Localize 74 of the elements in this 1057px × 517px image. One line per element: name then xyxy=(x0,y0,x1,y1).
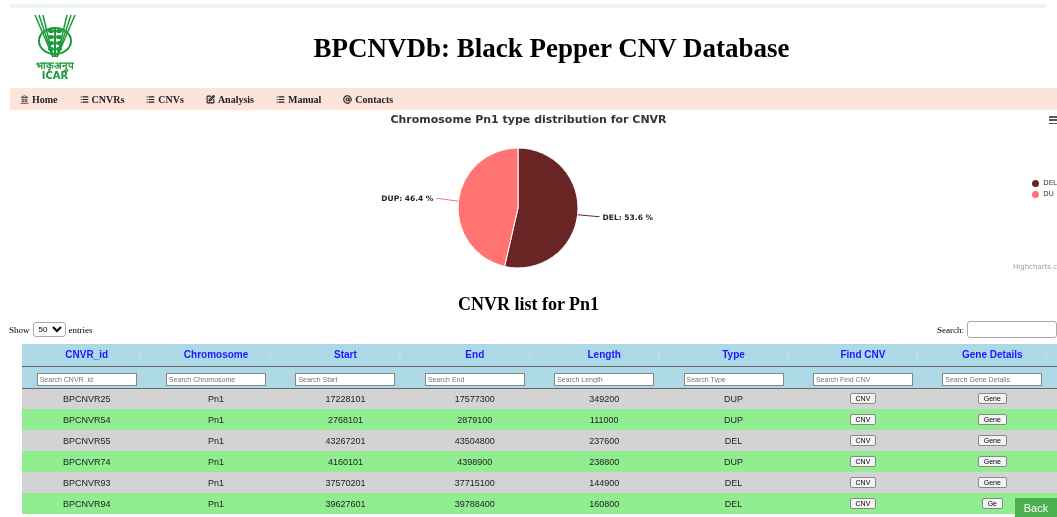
column-header[interactable]: CNVR_id xyxy=(22,344,152,366)
table-cell: DUP xyxy=(668,451,799,472)
table-cell: 2879100 xyxy=(410,409,540,430)
sort-icon xyxy=(397,351,403,360)
sort-icon xyxy=(785,351,791,360)
nav-link[interactable]: CNVRs xyxy=(79,93,125,105)
table-cell: BPCNVR55 xyxy=(22,430,152,451)
table-cell: BPCNVR93 xyxy=(22,472,152,493)
sort-icon xyxy=(1044,351,1049,360)
sort-icon xyxy=(526,351,532,360)
table-cell: 160800 xyxy=(539,493,669,514)
table-cell: Pn1 xyxy=(151,409,281,430)
column-header[interactable]: Start xyxy=(280,344,411,366)
table-cell: DEL xyxy=(668,472,799,493)
column-header[interactable]: Type xyxy=(668,344,799,366)
table-cell: DEL xyxy=(668,430,799,451)
table-cell: Pn1 xyxy=(151,430,281,451)
nav-link[interactable]: Home xyxy=(20,93,58,105)
leader-line xyxy=(577,214,601,218)
table-cell: DEL xyxy=(668,493,799,514)
search-label: Search: xyxy=(937,324,964,335)
table-cell: Pn1 xyxy=(151,493,281,514)
table-cell: 43267201 xyxy=(280,430,411,451)
table-cell: 17577300 xyxy=(410,388,540,409)
search-field[interactable] xyxy=(967,321,1057,338)
table-cell: 237600 xyxy=(539,430,669,451)
table-cell: 39788400 xyxy=(410,493,540,514)
at-sign-icon xyxy=(343,94,353,104)
page-size-select[interactable]: 50 xyxy=(32,322,66,337)
column-header[interactable]: Gene Details xyxy=(927,344,1057,366)
list-title: CNVR list for Pn1 xyxy=(456,294,601,315)
column-header[interactable]: Find CNV xyxy=(798,344,928,366)
table-cell: BPCNVR74 xyxy=(22,451,152,472)
table-cell: Pn1 xyxy=(151,472,281,493)
table-cell: 4398900 xyxy=(410,451,540,472)
table-cell: 43504800 xyxy=(410,430,540,451)
list-icon xyxy=(79,94,89,104)
leader-line xyxy=(435,197,459,202)
menu-icon[interactable] xyxy=(1049,116,1057,124)
entries-label: entries xyxy=(68,324,93,335)
edit-icon xyxy=(205,94,215,104)
site-title: BPCNVDb: Black Pepper CNV Database xyxy=(312,32,791,64)
table-cell: 2768101 xyxy=(280,409,411,430)
table-cell: Pn1 xyxy=(151,388,281,409)
table-cell: 111000 xyxy=(539,409,669,430)
table-cell: 238800 xyxy=(539,451,669,472)
table-cell: Pn1 xyxy=(151,451,281,472)
list-icon xyxy=(276,94,285,104)
nav-link[interactable]: Manual xyxy=(276,93,322,105)
column-header[interactable]: End xyxy=(410,344,540,366)
sort-icon xyxy=(655,351,661,360)
table-cell: BPCNVR54 xyxy=(22,409,152,430)
table-cell: 37715100 xyxy=(410,472,540,493)
column-header[interactable]: Chromosome xyxy=(151,344,281,366)
show-label: Show xyxy=(9,324,30,335)
logo-text: ICAR xyxy=(41,71,69,81)
table-cell: 39627601 xyxy=(280,493,411,514)
sort-icon xyxy=(267,351,273,360)
sort-icon xyxy=(914,351,920,360)
table-cell: BPCNVR25 xyxy=(22,388,152,409)
table-cell: 144900 xyxy=(539,472,669,493)
nav-link[interactable]: Contacts xyxy=(343,93,394,105)
table-cell: 37570201 xyxy=(280,472,411,493)
list-icon xyxy=(146,94,156,104)
landmark-icon xyxy=(20,94,29,104)
table-cell: BPCNVR94 xyxy=(22,493,152,514)
chart-title: Chromosome Pn1 type distribution for CNVR xyxy=(390,112,667,126)
logo-hindi-text: भाकृअनुप xyxy=(36,61,74,71)
table-cell: DUP xyxy=(668,409,799,430)
nav-link[interactable]: Analysis xyxy=(205,93,254,105)
sort-icon xyxy=(138,351,144,360)
nav-link[interactable]: CNVs xyxy=(146,93,184,105)
column-header[interactable]: Length xyxy=(539,344,669,366)
table-cell: 4160101 xyxy=(280,451,411,472)
